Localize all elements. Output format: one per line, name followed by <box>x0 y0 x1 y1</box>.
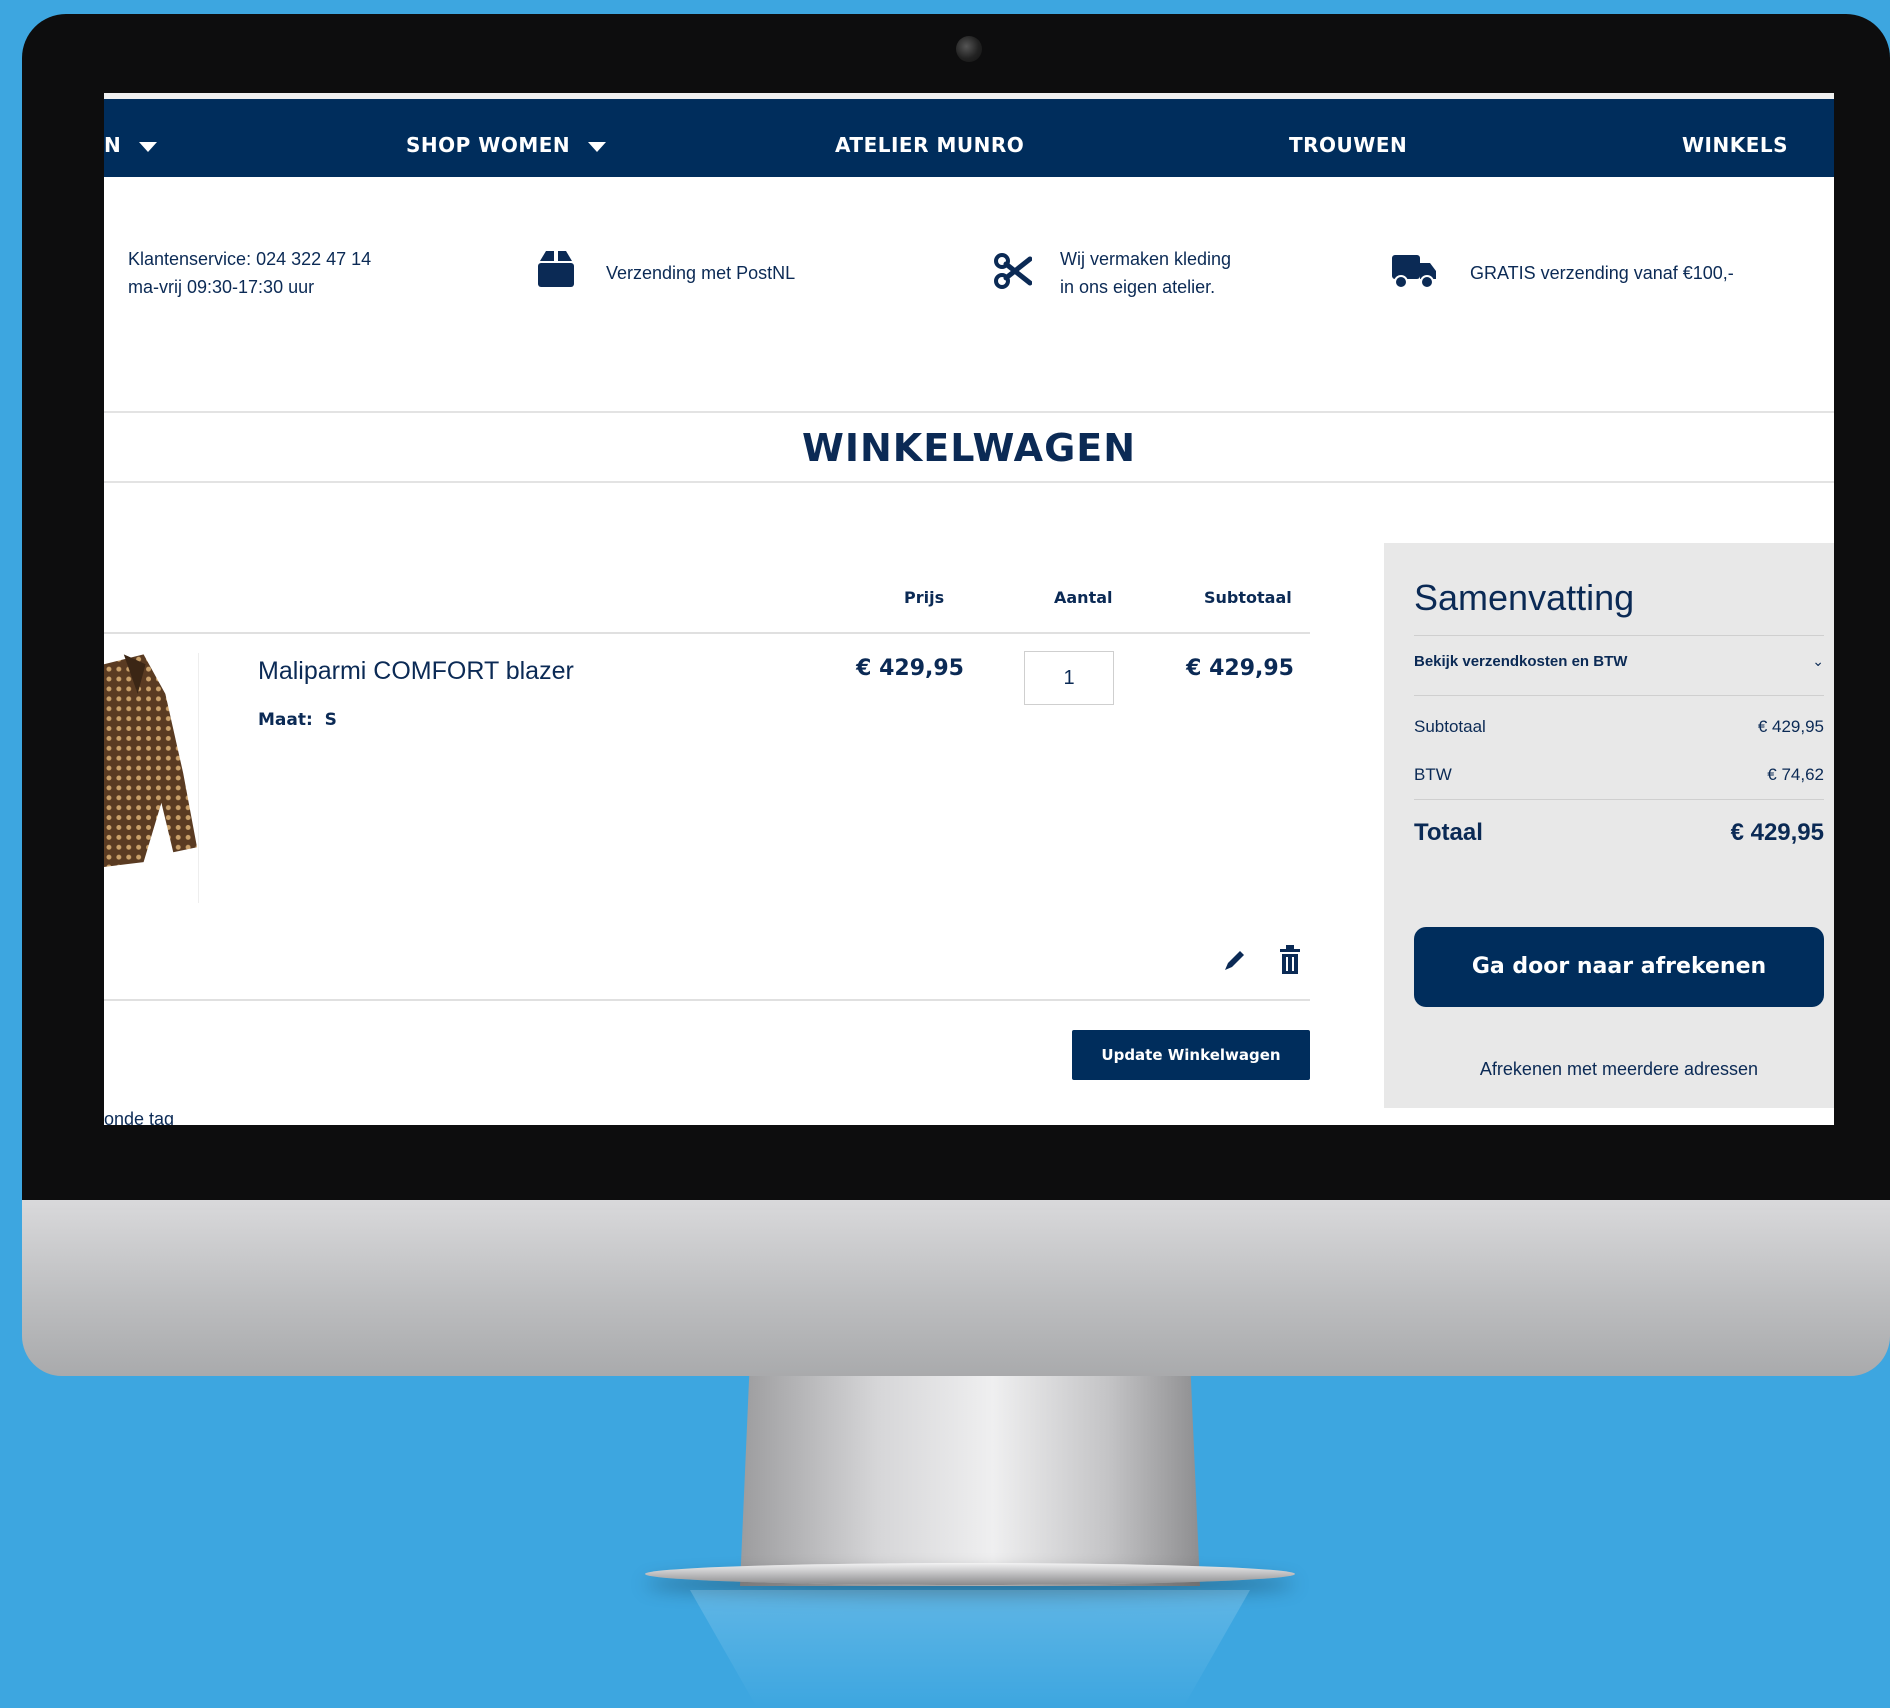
scissors-icon <box>994 253 1032 289</box>
column-subtotal: Subtotaal <box>1204 588 1292 607</box>
discount-toggle[interactable]: onde tag <box>104 1109 174 1125</box>
shipping-vat-toggle[interactable]: Bekijk verzendkosten en BTW ⌄ <box>1414 653 1824 670</box>
camera-icon <box>956 36 982 62</box>
subtotal-value: € 429,95 <box>1757 717 1824 736</box>
vat-value: € 74,62 <box>1767 765 1824 784</box>
item-subtotal: € 429,95 <box>1186 656 1294 681</box>
nav-item-men[interactable]: N <box>104 133 158 157</box>
box-icon <box>538 251 574 287</box>
size-value: S <box>324 710 337 730</box>
usp-free-shipping: GRATIS verzending vanaf €100,- <box>1470 263 1734 283</box>
edit-icon[interactable] <box>1221 948 1247 974</box>
item-price: € 429,95 <box>856 656 964 681</box>
summary-total: Totaal € 429,95 <box>1414 819 1824 846</box>
stand-reflection <box>690 1590 1250 1708</box>
monitor-base <box>645 1563 1295 1585</box>
multi-address-link[interactable]: Afrekenen met meerdere adressen <box>1414 1059 1824 1080</box>
nav-item-atelier[interactable]: ATELIER MUNRO <box>835 133 1024 157</box>
atelier-line1: Wij vermaken kleding <box>1060 249 1232 269</box>
nav-item-winkels[interactable]: WINKELS <box>1682 133 1788 157</box>
divider <box>1414 695 1824 696</box>
summary-vat: BTW € 74,62 <box>1414 765 1824 784</box>
total-value: € 429,95 <box>1730 819 1824 846</box>
summary-subtotal: Subtotaal € 429,95 <box>1414 717 1824 736</box>
order-summary: Samenvatting Bekijk verzendkosten en BTW… <box>1384 543 1834 1108</box>
checkout-button[interactable]: Ga door naar afrekenen <box>1414 927 1824 1007</box>
usp-shipping: Verzending met PostNL <box>606 263 796 283</box>
service-hours: ma-vrij 09:30-17:30 uur <box>128 277 315 297</box>
divider <box>104 411 1834 413</box>
usp-customer-service: Klantenservice: 024 322 47 14 ma-vrij 09… <box>128 245 371 301</box>
chevron-down-icon: ⌄ <box>1812 653 1824 669</box>
column-qty: Aantal <box>1054 588 1113 607</box>
column-price: Prijs <box>904 588 945 607</box>
product-image[interactable] <box>104 653 199 903</box>
screen: N SHOP WOMEN ATELIER MUNRO TROUWEN WINKE… <box>104 93 1834 1125</box>
trash-icon[interactable] <box>1278 945 1302 975</box>
divider <box>104 481 1834 483</box>
service-phone: Klantenservice: 024 322 47 14 <box>128 249 372 269</box>
divider <box>1414 635 1824 636</box>
summary-title: Samenvatting <box>1414 577 1635 618</box>
divider <box>104 632 1310 634</box>
truck-icon <box>1392 255 1436 289</box>
product-name[interactable]: Maliparmi COMFORT blazer <box>258 657 574 686</box>
page-title: WINKELWAGEN <box>801 426 1137 470</box>
nav-item-shop-women[interactable]: SHOP WOMEN <box>406 133 607 157</box>
chevron-down-icon <box>588 141 607 152</box>
chevron-down-icon <box>139 141 158 152</box>
nav-item-trouwen[interactable]: TROUWEN <box>1289 133 1407 157</box>
monitor-chin <box>22 1200 1890 1376</box>
product-size: Maat: S <box>258 710 337 730</box>
atelier-line2: in ons eigen atelier. <box>1060 277 1216 297</box>
update-cart-button[interactable]: Update Winkelwagen <box>1072 1030 1310 1080</box>
usp-atelier: Wij vermaken kleding in ons eigen atelie… <box>1060 245 1231 301</box>
monitor-stand <box>740 1376 1200 1586</box>
divider <box>104 999 1310 1001</box>
quantity-input[interactable]: 1 <box>1024 651 1114 705</box>
main-nav: N SHOP WOMEN ATELIER MUNRO TROUWEN WINKE… <box>104 93 1834 177</box>
divider <box>1414 799 1824 800</box>
